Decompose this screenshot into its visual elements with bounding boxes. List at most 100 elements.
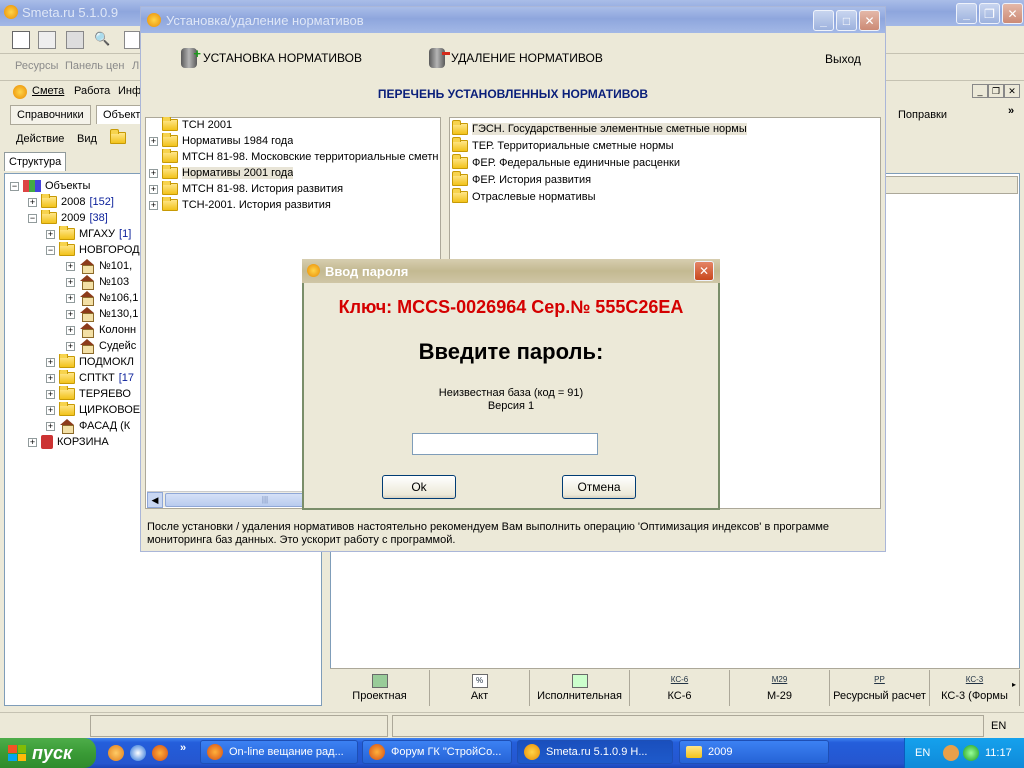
tree-item[interactable]: + ПОДМОКЛ — [46, 354, 134, 370]
mdi-minimize-button[interactable]: _ — [972, 84, 988, 98]
tree-item[interactable]: + №130,1 — [66, 306, 138, 322]
expand-icon[interactable]: + — [46, 229, 55, 239]
cancel-button[interactable]: Отмена — [562, 475, 636, 499]
expand-icon[interactable]: + — [46, 421, 55, 431]
tray-lang[interactable]: EN — [915, 747, 930, 759]
menu-info[interactable]: Инф — [118, 85, 141, 97]
tree-item[interactable]: + ФАСАД (К — [46, 418, 130, 434]
collapse-icon[interactable]: − — [28, 213, 37, 223]
norms-list-item[interactable]: ФЕР. Федеральные единичные расценки — [452, 154, 680, 171]
taskbar-item[interactable]: 2009 — [679, 740, 829, 764]
start-button[interactable]: пуск — [0, 738, 96, 768]
install-maximize-button[interactable]: □ — [836, 10, 857, 31]
expand-icon[interactable]: + — [66, 277, 75, 287]
price-panel-link[interactable]: Панель цен — [65, 60, 124, 72]
install-norms-button[interactable]: + УСТАНОВКА НОРМАТИВОВ — [181, 46, 362, 69]
expand-icon[interactable]: + — [28, 197, 37, 207]
tree-item[interactable]: + Колонн — [66, 322, 136, 338]
taskbar-item[interactable]: Smeta.ru 5.1.0.9 Н... — [517, 740, 673, 764]
mdi-restore-button[interactable]: ❐ — [988, 84, 1004, 98]
tree-item[interactable]: + Судейс — [66, 338, 136, 354]
norms-tree-item[interactable]: + Нормативы 2001 года — [149, 165, 294, 181]
expand-icon[interactable]: + — [46, 405, 55, 415]
resources-link[interactable]: Ресурсы — [15, 60, 58, 72]
menu-work[interactable]: Работа — [74, 85, 110, 97]
expand-icon[interactable]: + — [66, 325, 75, 335]
square-icon[interactable] — [124, 31, 140, 49]
expand-icon[interactable]: + — [149, 200, 158, 210]
taskbar-item[interactable]: Форум ГК "СтройСо... — [362, 740, 512, 764]
grid-icon[interactable] — [66, 31, 84, 49]
password-close-button[interactable]: ✕ — [694, 261, 714, 281]
restore-button[interactable]: ❐ — [979, 3, 1000, 24]
more-chevron-icon[interactable]: » — [1008, 105, 1014, 117]
expand-icon[interactable]: + — [66, 261, 75, 271]
expand-icon[interactable]: + — [46, 389, 55, 399]
tab-executive[interactable]: Исполнительная — [530, 670, 630, 706]
tab-ks6[interactable]: КС-6 КС-6 — [630, 670, 730, 706]
norms-list-item[interactable]: Отраслевые нормативы — [452, 188, 595, 205]
firefox-icon[interactable] — [152, 745, 168, 761]
expand-icon[interactable]: + — [66, 341, 75, 351]
tree-item[interactable]: + №106,1 — [66, 290, 138, 306]
expand-icon[interactable]: + — [149, 168, 158, 178]
norms-tree-item[interactable]: + ТСН-2001. История развития — [149, 197, 331, 213]
norms-list-item[interactable]: ФЕР. История развития — [452, 171, 591, 188]
norms-tree-item[interactable]: + МТСН 81-98. История развития — [149, 181, 343, 197]
scroll-left-icon[interactable]: ◀ — [147, 492, 163, 508]
collapse-icon[interactable]: − — [46, 245, 55, 255]
tabs-scroll-right-icon[interactable]: ▸ — [1012, 680, 1016, 689]
search-icon[interactable]: 🔍 — [94, 31, 112, 49]
norms-tree-item[interactable]: ТСН 2001 — [149, 117, 232, 133]
expand-icon[interactable]: + — [46, 373, 55, 383]
expand-icon[interactable]: + — [149, 184, 158, 194]
minimize-button[interactable]: _ — [956, 3, 977, 24]
tab-project[interactable]: Проектная — [330, 670, 430, 706]
tab-resource-calc[interactable]: РР Ресурсный расчет — [830, 670, 930, 706]
install-close-button[interactable]: ✕ — [859, 10, 880, 31]
norms-list-item[interactable]: ТЕР. Территориальные сметные нормы — [452, 137, 674, 154]
view-menu[interactable]: Вид — [77, 133, 97, 145]
tree-item[interactable]: + КОРЗИНА — [28, 434, 109, 450]
ok-button[interactable]: Ok — [382, 475, 456, 499]
collapse-icon[interactable]: − — [10, 181, 19, 191]
tree-item[interactable]: + №101, — [66, 258, 132, 274]
tray-back-icon[interactable] — [943, 745, 959, 761]
media-player-icon[interactable] — [130, 745, 146, 761]
tree-item[interactable]: − Объекты — [10, 178, 90, 194]
norms-tree-item[interactable]: МТСН 81-98. Московские территориальные с… — [149, 149, 438, 165]
tray-status-icon[interactable] — [963, 745, 979, 761]
tree-icon[interactable] — [12, 31, 30, 49]
norms-tree-item[interactable]: + Нормативы 1984 года — [149, 133, 293, 149]
expand-icon[interactable]: + — [46, 357, 55, 367]
tree-item[interactable]: + МГАХУ [1] — [46, 226, 131, 242]
quicklaunch-app-icon[interactable] — [108, 745, 124, 761]
norms-list-item[interactable]: ГЭСН. Государственные элементные сметные… — [452, 120, 747, 137]
list-icon[interactable] — [38, 31, 56, 49]
install-minimize-button[interactable]: _ — [813, 10, 834, 31]
mdi-close-button[interactable]: ✕ — [1004, 84, 1020, 98]
tree-item[interactable]: − НОВГОРОД — [46, 242, 140, 258]
taskbar-item[interactable]: On-line вещание рад... — [200, 740, 358, 764]
quicklaunch-more-icon[interactable]: » — [180, 742, 186, 754]
tree-item[interactable]: + ЦИРКОВОЕ — [46, 402, 140, 418]
tree-item[interactable]: +2008 [152] — [28, 194, 114, 210]
tree-item[interactable]: + СПТКТ [17 — [46, 370, 134, 386]
expand-icon[interactable]: + — [149, 136, 158, 146]
tab-reference[interactable]: Справочники — [10, 105, 91, 125]
other-link[interactable]: Л — [132, 60, 139, 72]
tab-corrections[interactable]: Поправки — [898, 109, 947, 121]
tree-item[interactable]: + №103 — [66, 274, 129, 290]
tab-act[interactable]: % Акт — [430, 670, 530, 706]
tree-item[interactable]: − 2009 [38] — [28, 210, 108, 226]
expand-icon[interactable]: + — [28, 437, 37, 447]
expand-icon[interactable]: + — [66, 293, 75, 303]
menu-smeta[interactable]: Смета — [32, 85, 64, 97]
tree-item[interactable]: + ТЕРЯЕВО — [46, 386, 131, 402]
close-button[interactable]: ✕ — [1002, 3, 1023, 24]
tab-m29[interactable]: М29 М-29 — [730, 670, 830, 706]
remove-norms-button[interactable]: УДАЛЕНИЕ НОРМАТИВОВ — [429, 47, 603, 69]
password-input[interactable] — [412, 433, 598, 455]
exit-button[interactable]: Выход — [825, 52, 861, 66]
tab-structure[interactable]: Структура — [4, 152, 67, 171]
